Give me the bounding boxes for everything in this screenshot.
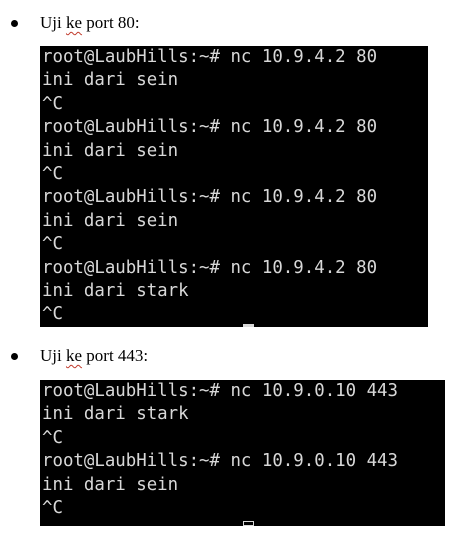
terminal-line: ini dari sein [42, 474, 179, 495]
bullet-text-prefix: Uji [40, 13, 66, 32]
bullet-text-prefix: Uji [40, 346, 66, 365]
terminal-line: ini dari sein [42, 210, 179, 231]
terminal-line: ini dari sein [42, 70, 179, 91]
bullet-dot [11, 20, 18, 27]
terminal-line: ^C [42, 93, 63, 114]
terminal-line: ini dari stark [42, 404, 189, 425]
bullet-dot [11, 353, 18, 360]
bullet-text-suffix: port 80: [82, 13, 140, 32]
terminal-line: ^C [42, 234, 63, 255]
terminal-line: root@LaubHills:~# nc 10.9.0.10 443 [42, 451, 398, 472]
terminal-line: ini dari sein [42, 140, 179, 161]
terminal-line: root@LaubHills:~# nc 10.9.4.2 80 [42, 187, 378, 208]
spellcheck-marked-word: ke [65, 346, 83, 365]
terminal-screenshot-port-443: root@LaubHills:~# nc 10.9.0.10 443 ini d… [40, 380, 445, 526]
terminal-line: ^C [42, 427, 63, 448]
bullet-item-port-443: Uji ke port 443: [0, 345, 465, 369]
terminal-line: ^C [42, 304, 63, 325]
spellcheck-marked-word: ke [65, 13, 83, 32]
terminal-line: ini dari stark [42, 280, 189, 301]
terminal-screenshot-port-80: root@LaubHills:~# nc 10.9.4.2 80 ini dar… [40, 46, 428, 327]
bullet-text: Uji ke port 443: [40, 345, 148, 367]
bullet-text: Uji ke port 80: [40, 12, 140, 34]
terminal-line: root@LaubHills:~# nc 10.9.4.2 80 [42, 47, 378, 67]
terminal-line: root@LaubHills:~# nc 10.9.4.2 80 [42, 117, 378, 138]
bullet-text-suffix: port 443: [82, 346, 149, 365]
terminal-line: ^C [42, 163, 63, 184]
terminal-cursor [243, 324, 254, 327]
terminal-line: ^C [42, 497, 63, 518]
terminal-cursor [243, 521, 254, 526]
terminal-line: root@LaubHills:~# nc 10.9.4.2 80 [42, 257, 378, 278]
bullet-item-port-80: Uji ke port 80: [0, 12, 465, 36]
terminal-line: root@LaubHills:~# nc 10.9.0.10 443 [42, 381, 398, 401]
